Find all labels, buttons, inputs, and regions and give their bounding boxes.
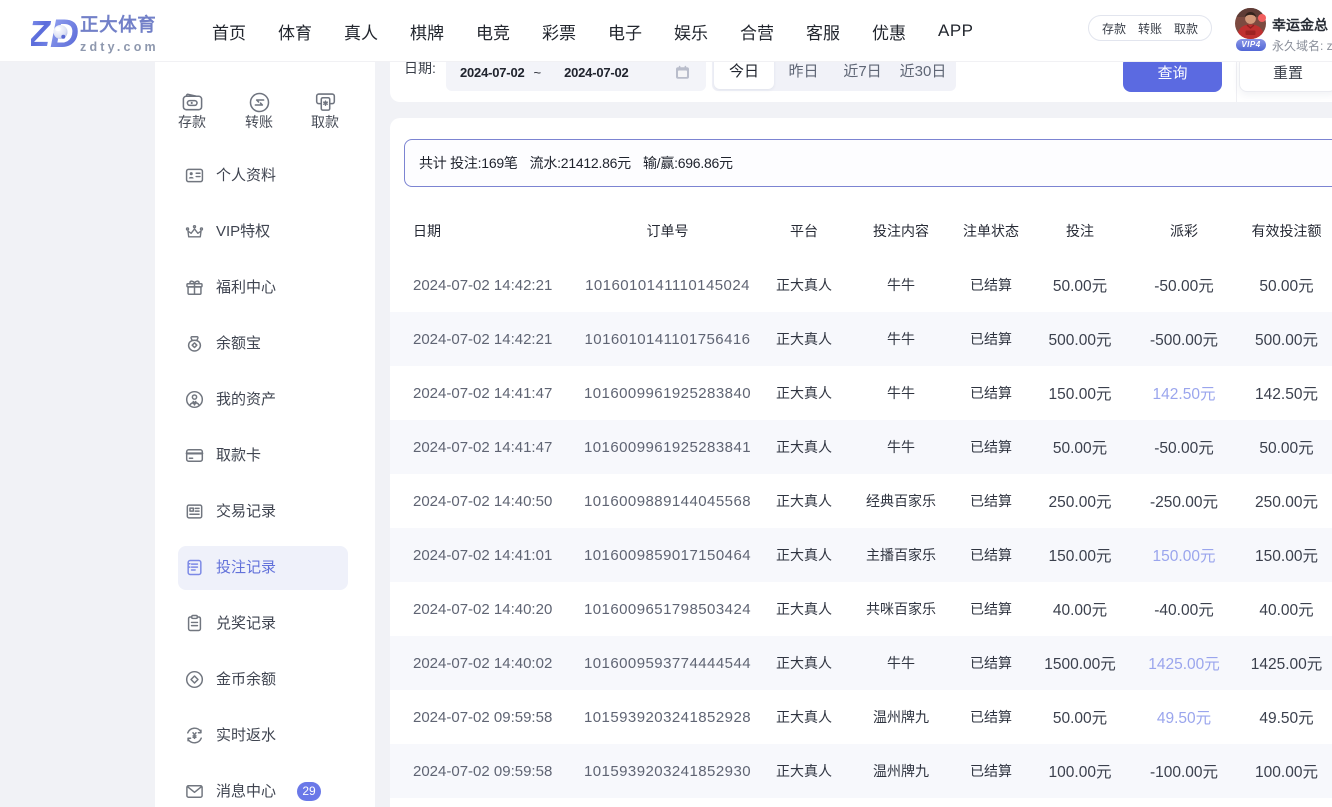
svg-text:Z: Z [31, 14, 52, 49]
